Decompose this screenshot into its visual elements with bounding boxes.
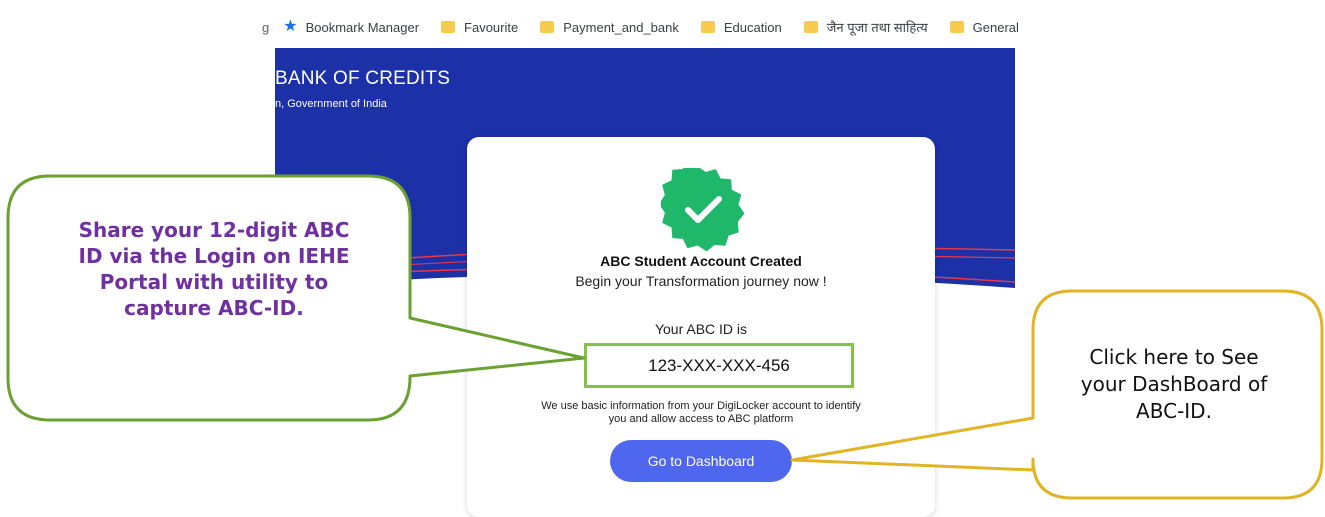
- right-callout-text: Click here to See your DashBoard of ABC-…: [1045, 344, 1303, 425]
- callout-line: Click here to See: [1089, 345, 1259, 369]
- left-callout-text: Share your 12-digit ABC ID via the Login…: [44, 217, 384, 321]
- callout-line: your DashBoard of: [1080, 372, 1268, 396]
- callout-line: ABC-ID.: [1136, 399, 1212, 423]
- callout-line: capture ABC-ID.: [124, 296, 304, 320]
- callout-line: Portal with utility to: [99, 270, 329, 294]
- callout-line: Share your 12-digit ABC: [78, 218, 350, 242]
- callout-line: ID via the Login on IEHE: [78, 244, 350, 268]
